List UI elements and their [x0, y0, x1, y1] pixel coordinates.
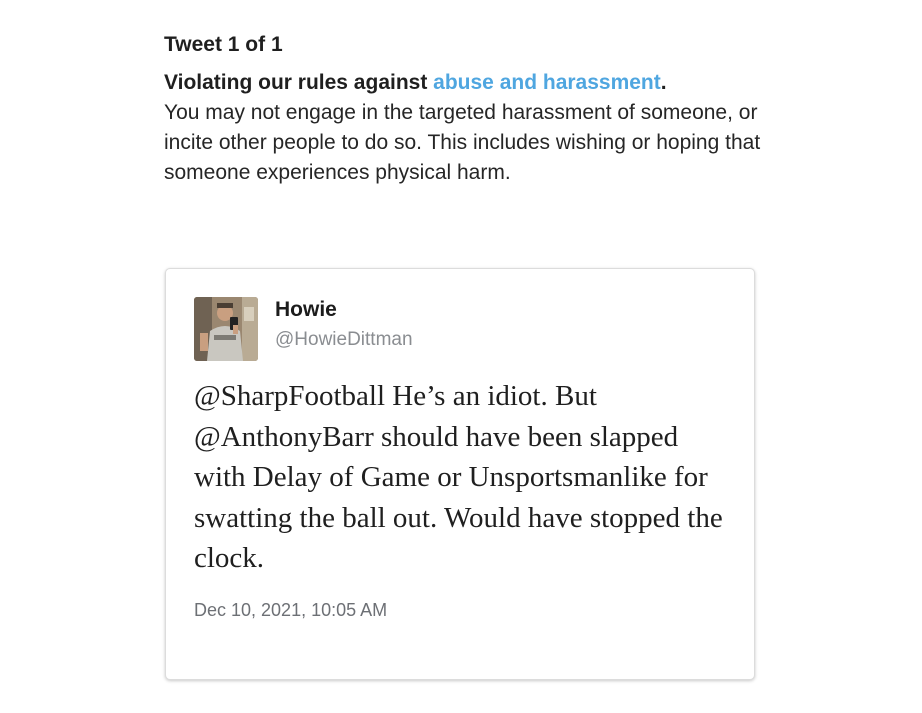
violation-description: You may not engage in the targeted haras…: [164, 101, 761, 184]
violation-title-suffix: .: [660, 71, 667, 94]
tweet-count-heading: Tweet 1 of 1: [164, 33, 283, 56]
tweet-handle[interactable]: @HowieDittman: [275, 328, 413, 352]
tweet-timestamp: Dec 10, 2021, 10:05 AM: [194, 600, 388, 620]
tweet-display-name[interactable]: Howie: [275, 298, 337, 322]
violation-title: Violating our rules against abuse and ha…: [164, 68, 784, 98]
tweet-card: Howie @HowieDittman @SharpFootball He’s …: [165, 268, 755, 680]
violation-title-prefix: Violating our rules against: [164, 71, 434, 94]
tweet-text: @SharpFootball He’s an idiot. But @Antho…: [194, 380, 723, 574]
rule-link-abuse-harassment[interactable]: abuse and harassment: [433, 71, 661, 94]
violation-notice: Tweet 1 of 1 Violating our rules against…: [164, 30, 784, 188]
user-avatar-icon: [194, 297, 258, 361]
